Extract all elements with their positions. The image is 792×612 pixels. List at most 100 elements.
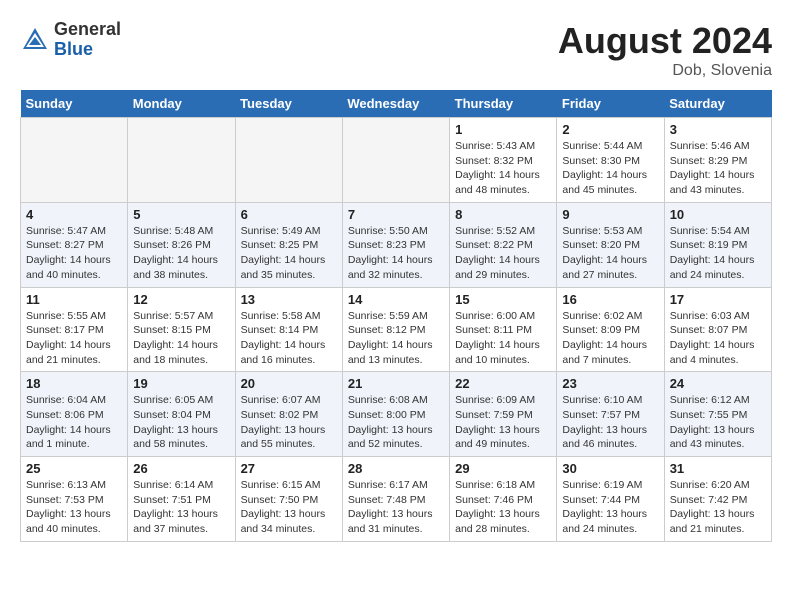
day-detail: Sunrise: 6:07 AMSunset: 8:02 PMDaylight:…: [241, 393, 337, 452]
weekday-header-row: SundayMondayTuesdayWednesdayThursdayFrid…: [21, 90, 772, 118]
calendar-cell: 17 Sunrise: 6:03 AMSunset: 8:07 PMDayligh…: [664, 287, 771, 372]
calendar-cell: 14 Sunrise: 5:59 AMSunset: 8:12 PMDayligh…: [342, 287, 449, 372]
calendar-cell: 5 Sunrise: 5:48 AMSunset: 8:26 PMDaylight…: [128, 202, 235, 287]
calendar-cell: [128, 118, 235, 203]
day-detail: Sunrise: 5:44 AMSunset: 8:30 PMDaylight:…: [562, 139, 658, 198]
day-number: 26: [133, 461, 229, 476]
day-number: 4: [26, 207, 122, 222]
day-detail: Sunrise: 6:12 AMSunset: 7:55 PMDaylight:…: [670, 393, 766, 452]
calendar-cell: 9Sunrise: 5:53 AMSunset: 8:20 PMDaylight…: [557, 202, 664, 287]
calendar-week-row: 25 Sunrise: 6:13 AMSunset: 7:53 PMDayligh…: [21, 457, 772, 542]
logo-blue-text: Blue: [54, 40, 121, 60]
weekday-header-tuesday: Tuesday: [235, 90, 342, 118]
day-number: 5: [133, 207, 229, 222]
day-number: 29: [455, 461, 551, 476]
calendar-cell: 21Sunrise: 6:08 AMSunset: 8:00 PMDayligh…: [342, 372, 449, 457]
day-detail: Sunrise: 6:02 AMSunset: 8:09 PMDaylight:…: [562, 309, 658, 368]
day-number: 31: [670, 461, 766, 476]
day-detail: Sunrise: 6:09 AMSunset: 7:59 PMDaylight:…: [455, 393, 551, 452]
day-number: 21: [348, 376, 444, 391]
weekday-header-wednesday: Wednesday: [342, 90, 449, 118]
day-detail: Sunrise: 6:13 AMSunset: 7:53 PMDaylight:…: [26, 478, 122, 537]
calendar-table: SundayMondayTuesdayWednesdayThursdayFrid…: [20, 90, 772, 542]
calendar-cell: 18Sunrise: 6:04 AMSunset: 8:06 PMDayligh…: [21, 372, 128, 457]
day-detail: Sunrise: 5:43 AMSunset: 8:32 PMDaylight:…: [455, 139, 551, 198]
day-number: 12: [133, 292, 229, 307]
day-number: 22: [455, 376, 551, 391]
day-detail: Sunrise: 5:52 AMSunset: 8:22 PMDaylight:…: [455, 224, 551, 283]
calendar-cell: 12 Sunrise: 5:57 AMSunset: 8:15 PMDayligh…: [128, 287, 235, 372]
day-detail: Sunrise: 5:57 AMSunset: 8:15 PMDaylight:…: [133, 309, 229, 368]
weekday-header-thursday: Thursday: [450, 90, 557, 118]
day-number: 27: [241, 461, 337, 476]
day-number: 3: [670, 122, 766, 137]
calendar-cell: 16 Sunrise: 6:02 AMSunset: 8:09 PMDayligh…: [557, 287, 664, 372]
calendar-cell: 3 Sunrise: 5:46 AMSunset: 8:29 PMDaylight…: [664, 118, 771, 203]
day-detail: Sunrise: 6:17 AMSunset: 7:48 PMDaylight:…: [348, 478, 444, 537]
day-detail: Sunrise: 5:59 AMSunset: 8:12 PMDaylight:…: [348, 309, 444, 368]
calendar-cell: [342, 118, 449, 203]
calendar-cell: 26 Sunrise: 6:14 AMSunset: 7:51 PMDayligh…: [128, 457, 235, 542]
day-number: 2: [562, 122, 658, 137]
day-number: 9: [562, 207, 658, 222]
day-detail: Sunrise: 5:49 AMSunset: 8:25 PMDaylight:…: [241, 224, 337, 283]
calendar-cell: 23 Sunrise: 6:10 AMSunset: 7:57 PMDayligh…: [557, 372, 664, 457]
day-detail: Sunrise: 5:58 AMSunset: 8:14 PMDaylight:…: [241, 309, 337, 368]
calendar-cell: 4Sunrise: 5:47 AMSunset: 8:27 PMDaylight…: [21, 202, 128, 287]
day-detail: Sunrise: 5:50 AMSunset: 8:23 PMDaylight:…: [348, 224, 444, 283]
logo-general-text: General: [54, 20, 121, 40]
day-number: 14: [348, 292, 444, 307]
day-number: 1: [455, 122, 551, 137]
day-detail: Sunrise: 6:10 AMSunset: 7:57 PMDaylight:…: [562, 393, 658, 452]
day-number: 10: [670, 207, 766, 222]
calendar-cell: [21, 118, 128, 203]
calendar-cell: 19Sunrise: 6:05 AMSunset: 8:04 PMDayligh…: [128, 372, 235, 457]
day-number: 25: [26, 461, 122, 476]
calendar-cell: 10 Sunrise: 5:54 AMSunset: 8:19 PMDayligh…: [664, 202, 771, 287]
month-year-title: August 2024: [558, 20, 772, 62]
day-number: 30: [562, 461, 658, 476]
day-number: 24: [670, 376, 766, 391]
calendar-cell: 2 Sunrise: 5:44 AMSunset: 8:30 PMDaylight…: [557, 118, 664, 203]
day-number: 20: [241, 376, 337, 391]
day-detail: Sunrise: 6:20 AMSunset: 7:42 PMDaylight:…: [670, 478, 766, 537]
day-detail: Sunrise: 5:48 AMSunset: 8:26 PMDaylight:…: [133, 224, 229, 283]
calendar-cell: [235, 118, 342, 203]
day-number: 17: [670, 292, 766, 307]
location-subtitle: Dob, Slovenia: [558, 62, 772, 80]
logo-text: General Blue: [54, 20, 121, 60]
weekday-header-saturday: Saturday: [664, 90, 771, 118]
day-number: 16: [562, 292, 658, 307]
day-detail: Sunrise: 6:03 AMSunset: 8:07 PMDaylight:…: [670, 309, 766, 368]
calendar-cell: 28 Sunrise: 6:17 AMSunset: 7:48 PMDayligh…: [342, 457, 449, 542]
day-number: 6: [241, 207, 337, 222]
calendar-cell: 8 Sunrise: 5:52 AMSunset: 8:22 PMDaylight…: [450, 202, 557, 287]
weekday-header-monday: Monday: [128, 90, 235, 118]
logo: General Blue: [20, 20, 121, 60]
calendar-cell: 11 Sunrise: 5:55 AMSunset: 8:17 PMDayligh…: [21, 287, 128, 372]
calendar-body: 1 Sunrise: 5:43 AMSunset: 8:32 PMDaylight…: [21, 118, 772, 542]
day-number: 7: [348, 207, 444, 222]
day-number: 28: [348, 461, 444, 476]
day-detail: Sunrise: 5:55 AMSunset: 8:17 PMDaylight:…: [26, 309, 122, 368]
calendar-cell: 6 Sunrise: 5:49 AMSunset: 8:25 PMDaylight…: [235, 202, 342, 287]
day-detail: Sunrise: 5:54 AMSunset: 8:19 PMDaylight:…: [670, 224, 766, 283]
calendar-cell: 15Sunrise: 6:00 AMSunset: 8:11 PMDayligh…: [450, 287, 557, 372]
calendar-cell: 20 Sunrise: 6:07 AMSunset: 8:02 PMDayligh…: [235, 372, 342, 457]
day-number: 18: [26, 376, 122, 391]
calendar-header: SundayMondayTuesdayWednesdayThursdayFrid…: [21, 90, 772, 118]
day-number: 11: [26, 292, 122, 307]
day-number: 23: [562, 376, 658, 391]
day-detail: Sunrise: 5:46 AMSunset: 8:29 PMDaylight:…: [670, 139, 766, 198]
calendar-cell: 13Sunrise: 5:58 AMSunset: 8:14 PMDayligh…: [235, 287, 342, 372]
calendar-cell: 30Sunrise: 6:19 AMSunset: 7:44 PMDayligh…: [557, 457, 664, 542]
calendar-week-row: 18Sunrise: 6:04 AMSunset: 8:06 PMDayligh…: [21, 372, 772, 457]
calendar-week-row: 4Sunrise: 5:47 AMSunset: 8:27 PMDaylight…: [21, 202, 772, 287]
day-detail: Sunrise: 6:18 AMSunset: 7:46 PMDaylight:…: [455, 478, 551, 537]
day-number: 8: [455, 207, 551, 222]
calendar-cell: 7 Sunrise: 5:50 AMSunset: 8:23 PMDaylight…: [342, 202, 449, 287]
calendar-cell: 27Sunrise: 6:15 AMSunset: 7:50 PMDayligh…: [235, 457, 342, 542]
day-detail: Sunrise: 6:00 AMSunset: 8:11 PMDaylight:…: [455, 309, 551, 368]
page-header: General Blue August 2024 Dob, Slovenia: [20, 20, 772, 80]
day-detail: Sunrise: 6:14 AMSunset: 7:51 PMDaylight:…: [133, 478, 229, 537]
